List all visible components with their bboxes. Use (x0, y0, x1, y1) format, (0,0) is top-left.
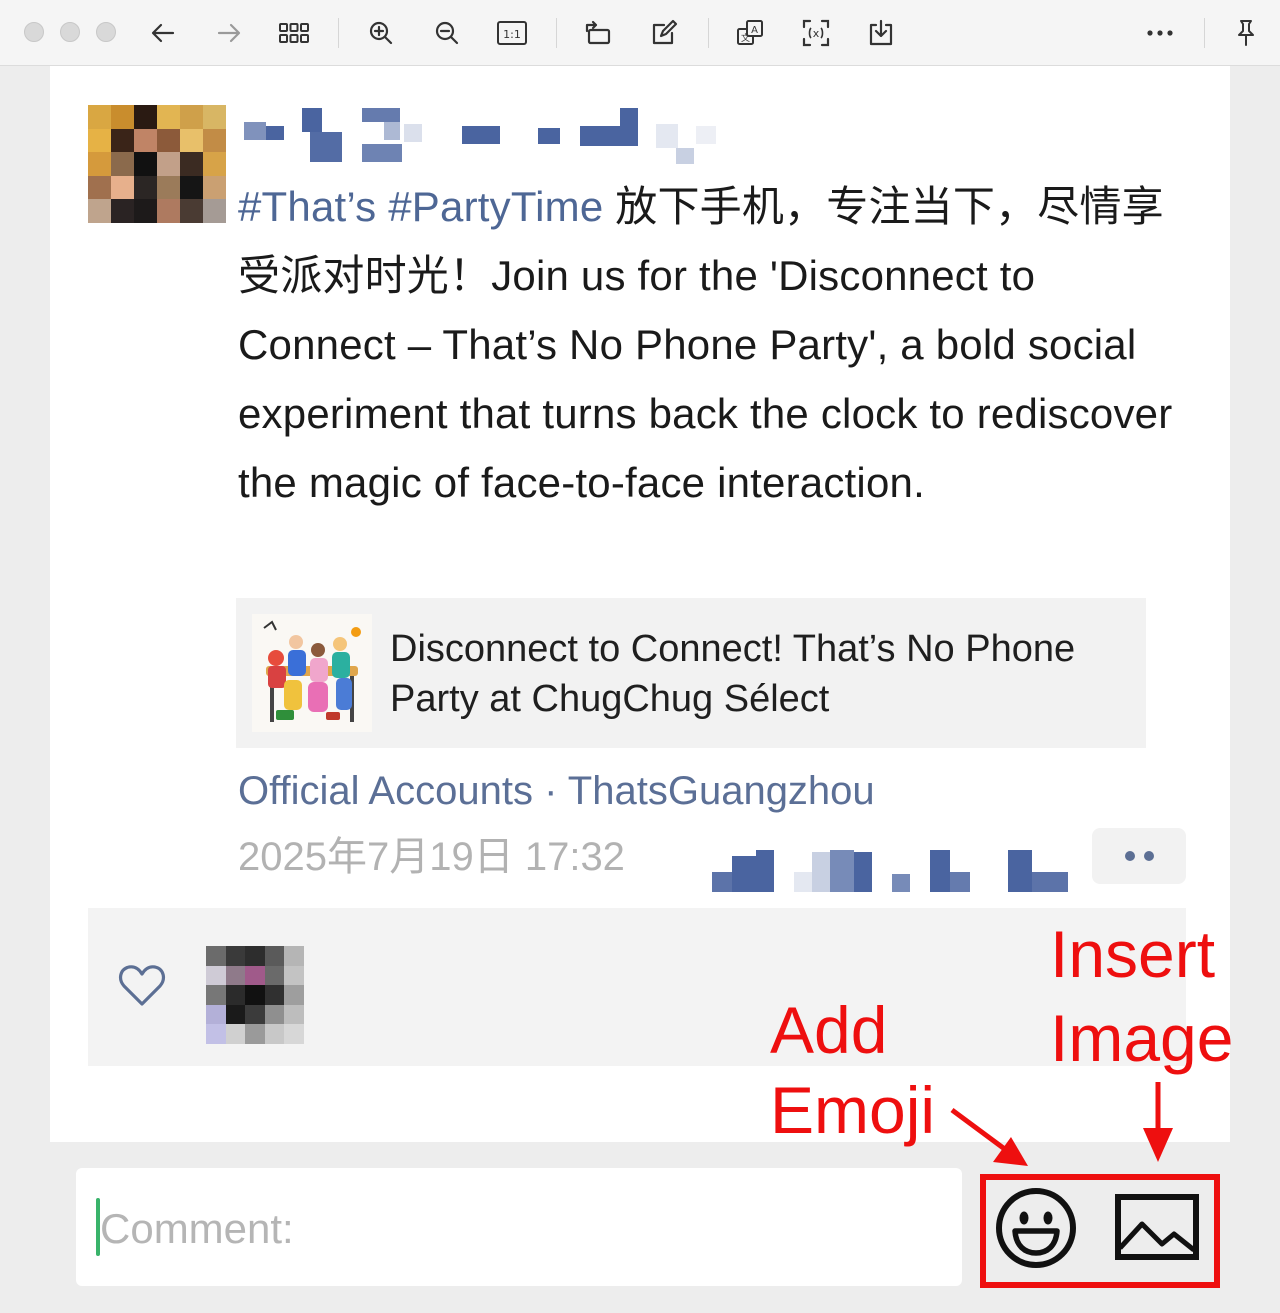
source-account-link[interactable]: ThatsGuangzhou (568, 769, 875, 813)
pin-icon[interactable] (1229, 16, 1263, 50)
annotation-highlight-box (980, 1174, 1220, 1288)
translate-icon[interactable]: A文 (733, 16, 767, 50)
zoom-out-icon[interactable] (430, 16, 464, 50)
annotation-add-emoji-line2: Emoji (770, 1073, 936, 1147)
comment-input[interactable]: Comment: (76, 1168, 962, 1286)
article-thumbnail (252, 614, 372, 732)
more-icon[interactable] (1143, 16, 1177, 50)
liker-avatar[interactable] (206, 946, 304, 1044)
back-arrow-icon[interactable] (146, 16, 180, 50)
likes-section (88, 908, 1186, 1066)
article-title: Disconnect to Connect! That’s No Phone P… (390, 628, 1076, 720)
window-zoom-button[interactable] (96, 22, 116, 42)
scan-text-icon[interactable]: x (799, 16, 833, 50)
svg-text:A: A (751, 25, 758, 36)
annotation-insert-image-line1: Insert (1050, 917, 1216, 991)
toolbar-divider (1204, 18, 1205, 48)
forward-arrow-icon[interactable] (212, 16, 246, 50)
annotation-add-emoji-line1: Add (770, 993, 888, 1067)
author-name-redacted[interactable] (244, 108, 724, 168)
post-hashtags[interactable]: #That’s #PartyTime (238, 183, 603, 230)
toolbar-divider (338, 18, 339, 48)
post-text: #That’s #PartyTime 放下手机，专注当下，尽情享受派对时光！Jo… (238, 172, 1198, 517)
window-toolbar: 1:1 A文 x (0, 0, 1280, 66)
shared-article-card[interactable]: Disconnect to Connect! That’s No Phone P… (236, 598, 1146, 748)
source-separator: · (532, 769, 568, 813)
zoom-in-icon[interactable] (364, 16, 398, 50)
window-close-button[interactable] (24, 22, 44, 42)
post-timestamp: 2025年7月19日 17:32 (238, 835, 625, 879)
download-icon[interactable] (864, 16, 898, 50)
svg-text:文: 文 (741, 32, 750, 44)
svg-text:x: x (813, 27, 820, 40)
toolbar-divider (708, 18, 709, 48)
toolbar-divider (556, 18, 557, 48)
window-minimize-button[interactable] (60, 22, 80, 42)
rotate-icon[interactable] (581, 16, 615, 50)
source-line: Official Accounts · ThatsGuangzhou (238, 766, 875, 816)
more-options-button[interactable] (1092, 828, 1186, 884)
dot-icon (1124, 851, 1135, 861)
annotation-insert-image-line2: Image (1050, 1001, 1234, 1075)
dot-icon (1143, 851, 1154, 861)
actual-size-icon[interactable]: 1:1 (495, 16, 529, 50)
visibility-info-redacted (712, 846, 1082, 892)
heart-icon (118, 964, 166, 1013)
comment-placeholder: Comment: (100, 1205, 294, 1252)
annotation-add-emoji: Add Emoji (770, 990, 935, 1150)
edit-icon[interactable] (647, 16, 681, 50)
avatar[interactable] (88, 105, 226, 223)
grid-view-icon[interactable] (277, 16, 311, 50)
official-accounts-label[interactable]: Official Accounts (238, 769, 533, 813)
annotation-insert-image: Insert Image (1050, 912, 1233, 1080)
svg-text:1:1: 1:1 (503, 28, 521, 41)
